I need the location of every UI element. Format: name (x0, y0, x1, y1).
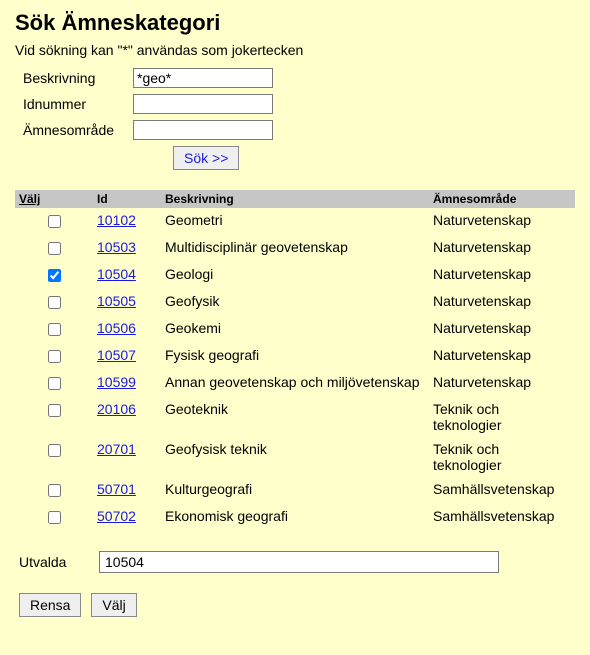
idnummer-label: Idnummer (23, 96, 133, 112)
search-button[interactable]: Sök >> (173, 146, 239, 170)
row-id-link[interactable]: 10507 (97, 347, 136, 363)
table-row: 10506 GeokemiNaturvetenskap (15, 316, 575, 343)
results-table: Välj Id Beskrivning Ämnesområde 10102 Geo… (15, 190, 575, 531)
row-beskrivning: Geometri (161, 208, 429, 235)
table-row: 10503 Multidisciplinär geovetenskapNaturv… (15, 235, 575, 262)
row-id-link[interactable]: 10505 (97, 293, 136, 309)
table-row: 20106 GeoteknikTeknik och teknologier (15, 397, 575, 437)
row-amnesomrade: Naturvetenskap (429, 235, 575, 262)
row-beskrivning: Geofysisk teknik (161, 437, 429, 477)
idnummer-input[interactable] (133, 94, 273, 114)
table-row: 50702 Ekonomisk geografiSamhällsvetenskap (15, 504, 575, 531)
search-hint: Vid sökning kan "*" användas som jokerte… (15, 42, 575, 58)
row-id-link[interactable]: 10504 (97, 266, 136, 282)
utvalda-label: Utvalda (19, 554, 99, 570)
table-row: 20701 Geofysisk teknikTeknik och teknolog… (15, 437, 575, 477)
row-beskrivning: Geokemi (161, 316, 429, 343)
row-amnesomrade: Samhällsvetenskap (429, 504, 575, 531)
row-beskrivning: Fysisk geografi (161, 343, 429, 370)
table-row: 50701 KulturgeografiSamhällsvetenskap (15, 477, 575, 504)
page-title: Sök Ämneskategori (15, 10, 575, 36)
row-checkbox[interactable] (48, 511, 61, 524)
table-row: 10504 GeologiNaturvetenskap (15, 262, 575, 289)
utvalda-input[interactable] (99, 551, 499, 573)
row-id-link[interactable]: 50701 (97, 481, 136, 497)
table-row: 10507 Fysisk geografiNaturvetenskap (15, 343, 575, 370)
row-checkbox[interactable] (48, 296, 61, 309)
row-checkbox[interactable] (48, 269, 61, 282)
row-beskrivning: Geofysik (161, 289, 429, 316)
row-beskrivning: Multidisciplinär geovetenskap (161, 235, 429, 262)
row-beskrivning: Geologi (161, 262, 429, 289)
rensa-button[interactable]: Rensa (19, 593, 81, 617)
row-beskrivning: Geoteknik (161, 397, 429, 437)
beskrivning-label: Beskrivning (23, 70, 133, 86)
search-form: Beskrivning Idnummer Ämnesområde Sök >> (23, 68, 575, 170)
row-id-link[interactable]: 20106 (97, 401, 136, 417)
row-checkbox[interactable] (48, 444, 61, 457)
row-id-link[interactable]: 20701 (97, 441, 136, 457)
amnesomrade-input[interactable] (133, 120, 273, 140)
row-id-link[interactable]: 10599 (97, 374, 136, 390)
table-row: 10599 Annan geovetenskap och miljövetensk… (15, 370, 575, 397)
row-beskrivning: Annan geovetenskap och miljövetenskap (161, 370, 429, 397)
row-amnesomrade: Naturvetenskap (429, 343, 575, 370)
col-beskrivning: Beskrivning (161, 190, 429, 208)
row-amnesomrade: Naturvetenskap (429, 289, 575, 316)
row-amnesomrade: Samhällsvetenskap (429, 477, 575, 504)
amnesomrade-label: Ämnesområde (23, 122, 133, 138)
row-beskrivning: Ekonomisk geografi (161, 504, 429, 531)
row-checkbox[interactable] (48, 215, 61, 228)
valj-button[interactable]: Välj (91, 593, 136, 617)
row-id-link[interactable]: 10102 (97, 212, 136, 228)
row-id-link[interactable]: 10503 (97, 239, 136, 255)
row-checkbox[interactable] (48, 404, 61, 417)
row-id-link[interactable]: 50702 (97, 508, 136, 524)
row-amnesomrade: Teknik och teknologier (429, 437, 575, 477)
row-amnesomrade: Teknik och teknologier (429, 397, 575, 437)
row-amnesomrade: Naturvetenskap (429, 316, 575, 343)
beskrivning-input[interactable] (133, 68, 273, 88)
table-row: 10102 GeometriNaturvetenskap (15, 208, 575, 235)
row-id-link[interactable]: 10506 (97, 320, 136, 336)
row-checkbox[interactable] (48, 377, 61, 390)
col-amnesomrade: Ämnesområde (429, 190, 575, 208)
row-amnesomrade: Naturvetenskap (429, 208, 575, 235)
row-checkbox[interactable] (48, 242, 61, 255)
row-checkbox[interactable] (48, 484, 61, 497)
row-beskrivning: Kulturgeografi (161, 477, 429, 504)
col-valj[interactable]: Välj (15, 190, 93, 208)
col-id: Id (93, 190, 161, 208)
row-checkbox[interactable] (48, 323, 61, 336)
table-row: 10505 GeofysikNaturvetenskap (15, 289, 575, 316)
row-amnesomrade: Naturvetenskap (429, 262, 575, 289)
row-amnesomrade: Naturvetenskap (429, 370, 575, 397)
row-checkbox[interactable] (48, 350, 61, 363)
